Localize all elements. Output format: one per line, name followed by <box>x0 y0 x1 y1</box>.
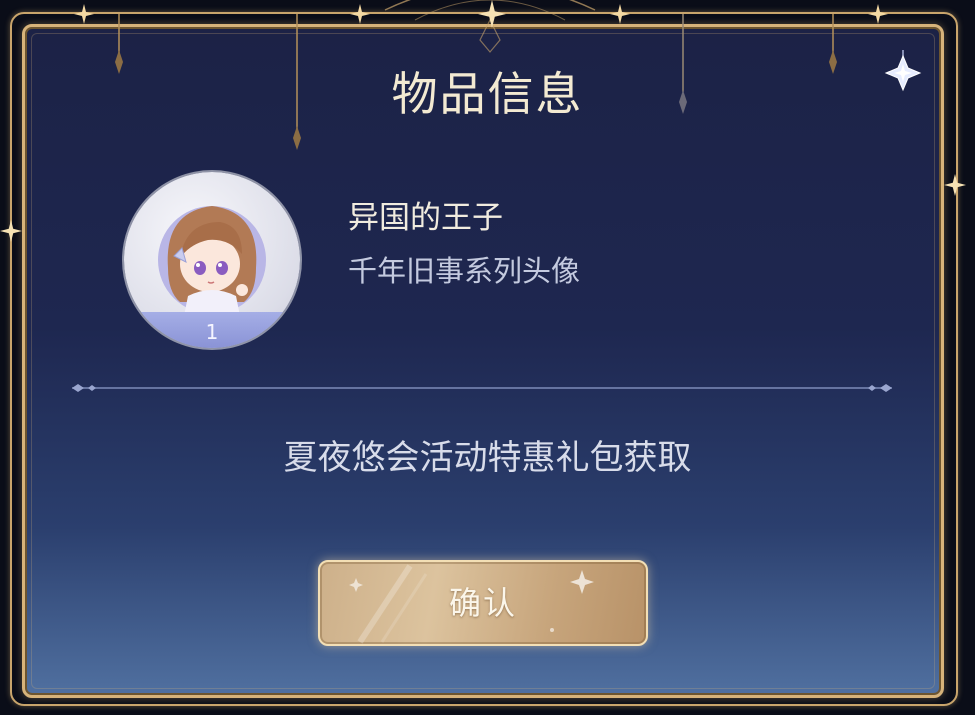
sparkle-icon <box>610 4 630 24</box>
item-name: 异国的王子 <box>348 200 503 236</box>
confirm-button[interactable]: 确认 <box>318 560 648 646</box>
item-info-dialog-stage: 物品信息 1 异国的王子 千年旧事系列头像 夏夜悠会活动特惠礼包获取 确认 <box>0 0 975 715</box>
sparkle-icon <box>74 4 94 24</box>
item-source-text: 夏夜悠会活动特惠礼包获取 <box>283 438 692 478</box>
sparkle-icon <box>0 220 22 242</box>
item-type: 千年旧事系列头像 <box>348 254 581 288</box>
close-star-icon <box>884 50 922 92</box>
dialog-title: 物品信息 <box>391 67 584 121</box>
item-count: 1 <box>205 320 219 344</box>
confirm-button-label: 确认 <box>448 584 517 622</box>
item-avatar[interactable]: 1 <box>124 172 300 348</box>
sparkle-icon <box>944 174 966 196</box>
close-button[interactable] <box>880 50 926 96</box>
sparkle-icon <box>868 4 888 24</box>
section-divider <box>72 384 892 392</box>
sparkle-icon <box>350 4 370 24</box>
